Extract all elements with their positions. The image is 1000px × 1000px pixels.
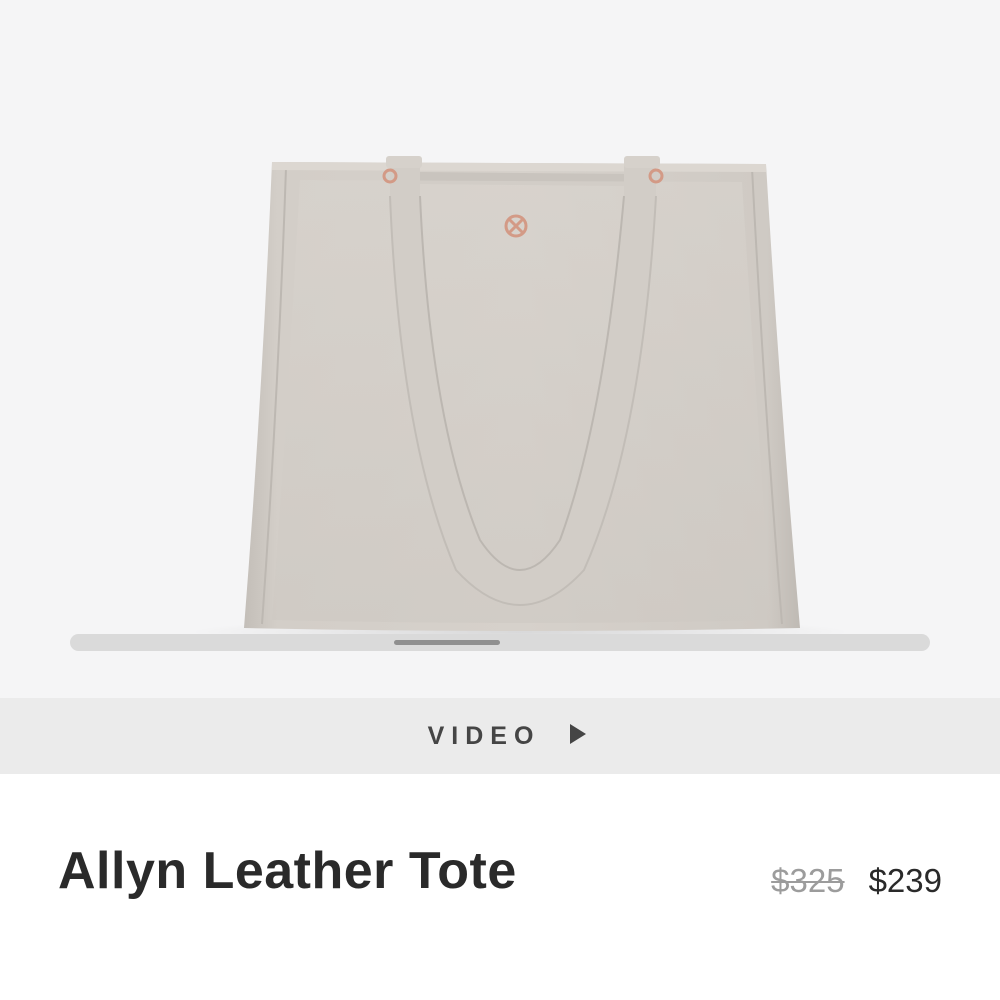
product-image xyxy=(190,156,850,646)
product-page: VIDEO Allyn Leather Tote $325 $239 xyxy=(0,0,1000,1000)
product-gallery[interactable] xyxy=(0,0,1000,698)
product-title: Allyn Leather Tote xyxy=(58,842,517,900)
sale-price: $239 xyxy=(868,862,942,899)
original-price: $325 xyxy=(771,862,845,899)
product-info: Allyn Leather Tote $325 $239 xyxy=(0,774,1000,1000)
price-group: $325 $239 xyxy=(771,862,942,900)
video-label: VIDEO xyxy=(427,721,541,750)
play-icon xyxy=(570,724,587,744)
gallery-scrollbar-thumb[interactable] xyxy=(394,640,500,645)
video-button[interactable]: VIDEO xyxy=(0,698,1000,774)
gallery-scrollbar[interactable] xyxy=(70,634,930,651)
